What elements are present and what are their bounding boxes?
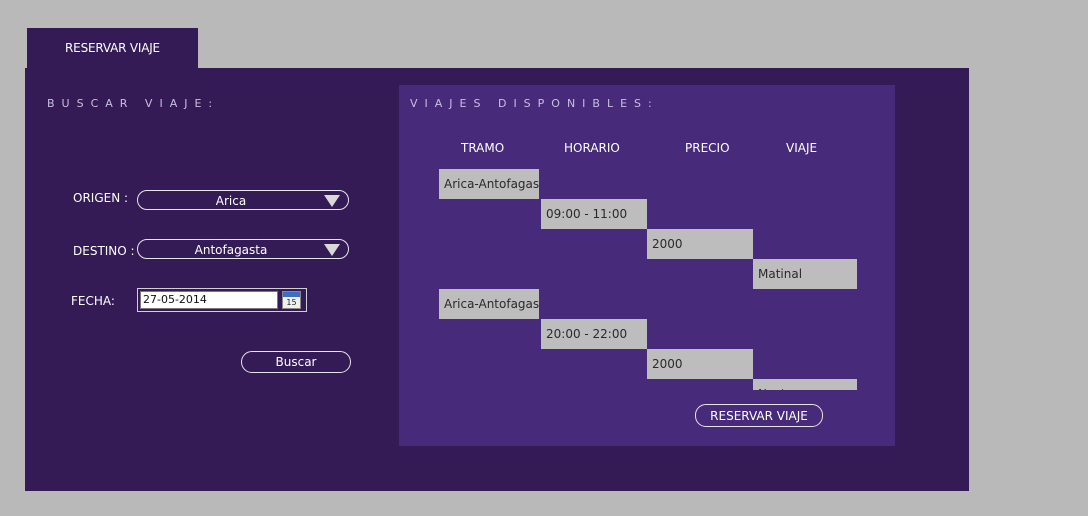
chevron-down-icon [324, 244, 340, 256]
results-panel: VIAJES DISPONIBLES: TRAMO HORARIO PRECIO… [399, 85, 895, 446]
column-header-viaje: VIAJE [786, 141, 818, 155]
destination-value: Antofagasta [194, 243, 268, 257]
results-section-title: VIAJES DISPONIBLES: [410, 97, 659, 110]
search-button[interactable]: Buscar [241, 351, 351, 373]
table-cell-horario: 09:00 - 11:00 [541, 199, 647, 229]
results-list[interactable]: Arica-Antofagasta 09:00 - 11:00 2000 Mat… [439, 169, 859, 390]
tab-label: RESERVAR VIAJE [65, 41, 160, 55]
column-header-horario: HORARIO [564, 141, 620, 155]
table-cell-tramo: Arica-Antofagasta [439, 169, 539, 199]
table-cell-precio: 2000 [647, 229, 753, 259]
date-picker: 27-05-2014 15 [137, 288, 307, 312]
calendar-icon[interactable]: 15 [282, 291, 301, 309]
table-cell-viaje: Matinal [753, 259, 857, 289]
calendar-day: 15 [286, 298, 297, 307]
table-cell-viaje: Nocturno [753, 379, 857, 390]
table-cell-horario: 20:00 - 22:00 [541, 319, 647, 349]
column-header-tramo: TRAMO [461, 141, 505, 155]
chevron-down-icon [324, 195, 340, 207]
search-button-label: Buscar [275, 355, 317, 369]
origin-value: Arica [215, 194, 247, 208]
search-section-title: BUSCAR VIAJE: [47, 97, 220, 110]
reserve-trip-button[interactable]: RESERVAR VIAJE [695, 404, 823, 427]
date-field[interactable]: 27-05-2014 [140, 291, 278, 309]
origin-select[interactable]: Arica [137, 190, 349, 210]
destination-label: DESTINO : [73, 244, 135, 258]
date-label: FECHA: [71, 294, 115, 308]
main-panel: BUSCAR VIAJE: ORIGEN : Arica DESTINO : A… [25, 68, 969, 491]
tab-reservar-viaje[interactable]: RESERVAR VIAJE [27, 28, 198, 68]
reserve-trip-button-label: RESERVAR VIAJE [710, 408, 808, 423]
column-header-precio: PRECIO [685, 141, 730, 155]
origin-label: ORIGEN : [73, 191, 129, 205]
table-cell-precio: 2000 [647, 349, 753, 379]
destination-select[interactable]: Antofagasta [137, 239, 349, 259]
table-cell-tramo: Arica-Antofagasta [439, 289, 539, 319]
